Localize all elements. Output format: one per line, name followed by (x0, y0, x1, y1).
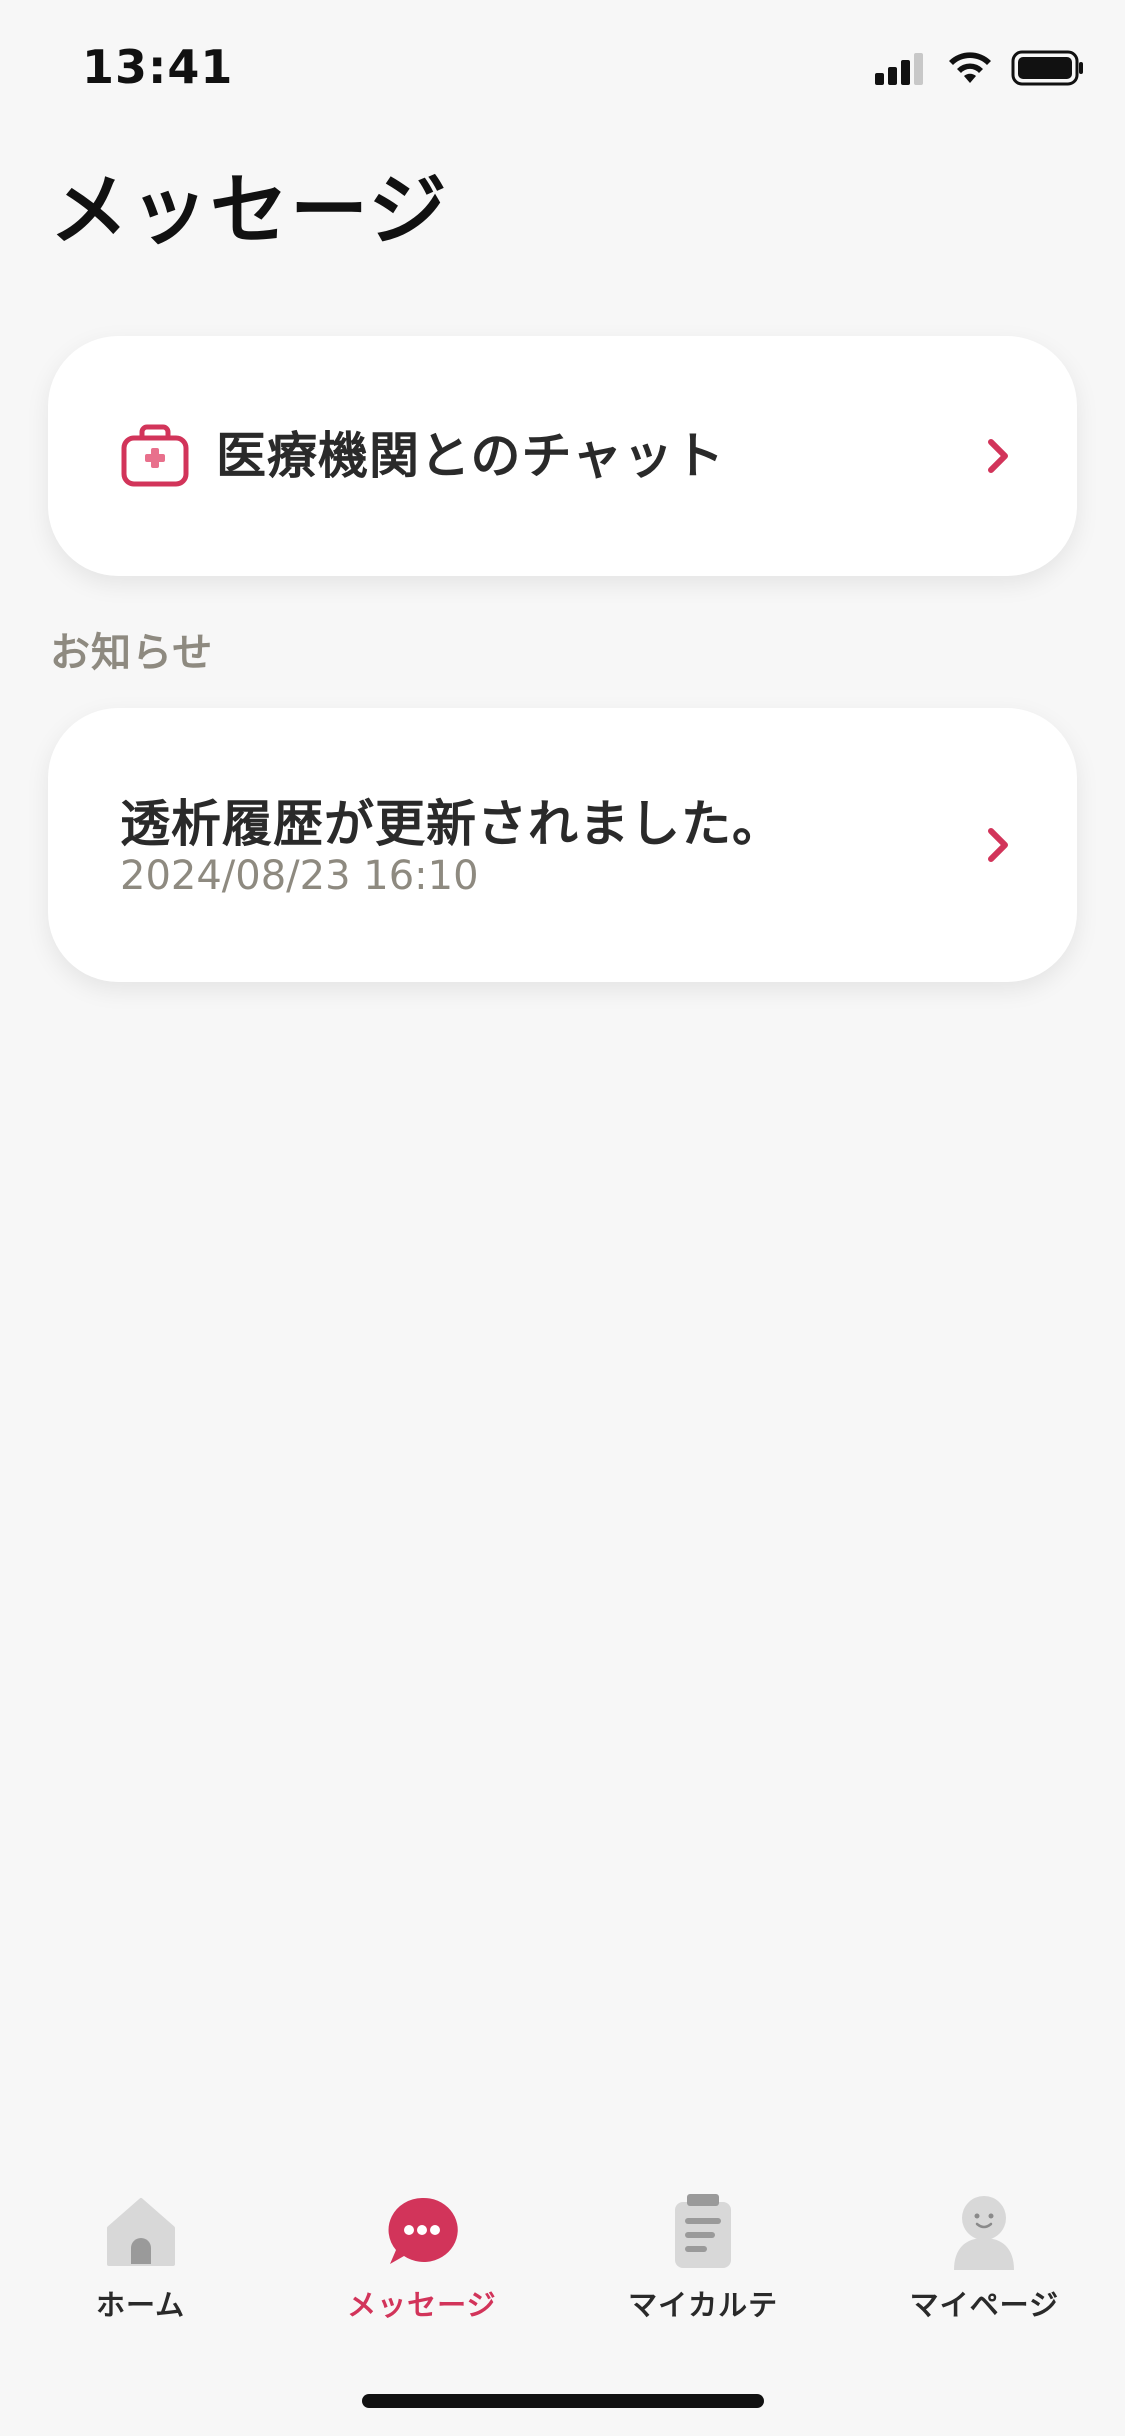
chevron-right-icon (988, 439, 1008, 473)
medical-chat-card[interactable]: 医療機関とのチャット (48, 336, 1077, 576)
home-icon (106, 2198, 175, 2266)
status-icons (875, 48, 1085, 88)
tab-my-page-label: マイページ (909, 2288, 1060, 2322)
tab-bar: ホーム メッセージ マイカルテ マイページ (0, 2190, 1125, 2350)
page-title: メッセージ (50, 166, 449, 256)
home-indicator (362, 2394, 764, 2408)
tab-messages[interactable]: メッセージ (281, 2190, 562, 2350)
tab-my-chart-label: マイカルテ (628, 2288, 779, 2322)
notices-section-label: お知らせ (50, 630, 214, 676)
notice-title: 透析履歴が更新されました。 (120, 795, 783, 853)
tab-home[interactable]: ホーム (0, 2190, 281, 2350)
cellular-signal-icon (875, 53, 923, 85)
status-bar: 13:41 (0, 0, 1125, 132)
tab-home-label: ホーム (96, 2288, 186, 2322)
tab-my-chart[interactable]: マイカルテ (563, 2190, 844, 2350)
status-time: 13:41 (82, 40, 234, 94)
clipboard-icon (675, 2194, 732, 2268)
notice-datetime: 2024/08/23 16:10 (120, 853, 479, 899)
notice-card[interactable]: 透析履歴が更新されました。 2024/08/23 16:10 (48, 708, 1077, 982)
medical-chat-label: 医療機関とのチャット (216, 427, 725, 485)
tab-messages-label: メッセージ (347, 2288, 497, 2322)
chevron-right-icon (988, 828, 1008, 862)
medical-bag-icon (121, 424, 189, 487)
tab-my-page[interactable]: マイページ (844, 2190, 1125, 2350)
wifi-icon (949, 52, 991, 83)
battery-icon (1011, 50, 1083, 86)
person-icon (954, 2196, 1015, 2270)
chat-bubble-icon (388, 2197, 458, 2264)
